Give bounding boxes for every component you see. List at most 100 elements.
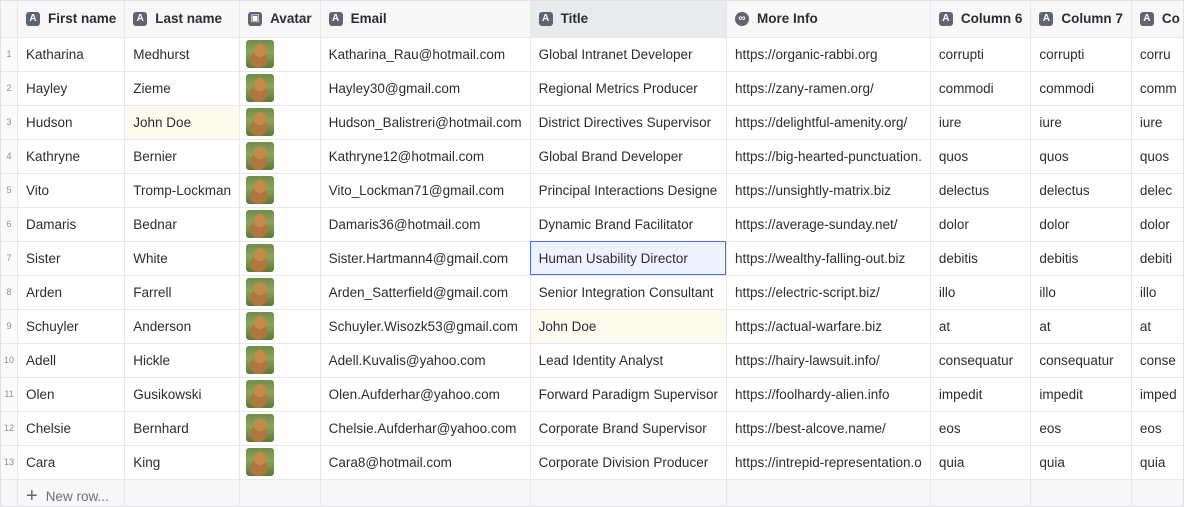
cell-column-6[interactable]: delectus [930, 173, 1032, 208]
table-row[interactable]: 8 Arden Farrell Arden_Satterfield@gmail.com… [1, 275, 1183, 310]
table-row[interactable]: 13 Cara King Cara8@hotmail.com Corporate Div… [1, 445, 1183, 480]
cell-last-name[interactable]: John Doe [124, 105, 241, 140]
cell-last-name[interactable]: Zieme [124, 71, 241, 106]
cell-last-name[interactable]: Bednar [124, 207, 241, 242]
column-header-column-8[interactable]: A Co [1131, 1, 1183, 38]
cell-email[interactable]: Olen.Aufderhar@yahoo.com [320, 377, 531, 412]
cell-email[interactable]: Hayley30@gmail.com [320, 71, 531, 106]
cell-title[interactable]: Corporate Brand Supervisor [530, 411, 727, 446]
cell-column-6[interactable]: dolor [930, 207, 1032, 242]
cell-column-7[interactable]: consequatur [1030, 343, 1132, 378]
cell-avatar[interactable] [239, 275, 321, 310]
cell-column-6[interactable]: eos [930, 411, 1032, 446]
cell-title[interactable]: Forward Paradigm Supervisor [530, 377, 727, 412]
cell-avatar[interactable] [239, 207, 321, 242]
cell-column-8[interactable]: imped [1131, 377, 1183, 412]
cell-title[interactable]: District Directives Supervisor [530, 105, 727, 140]
cell-first-name[interactable]: Katharina [17, 37, 126, 72]
cell-email[interactable]: Chelsie.Aufderhar@yahoo.com [320, 411, 531, 446]
cell-title[interactable]: Senior Integration Consultant [530, 275, 727, 310]
cell-email[interactable]: Cara8@hotmail.com [320, 445, 531, 480]
cell-column-8[interactable]: dolor [1131, 207, 1183, 242]
cell-column-8[interactable]: iure [1131, 105, 1183, 140]
cell-email[interactable]: Schuyler.Wisozk53@gmail.com [320, 309, 531, 344]
cell-column-7[interactable]: delectus [1030, 173, 1132, 208]
column-header-avatar[interactable]: ▣ Avatar [239, 1, 321, 38]
cell-last-name[interactable]: Medhurst [124, 37, 241, 72]
cell-last-name[interactable]: Bernhard [124, 411, 241, 446]
cell-title[interactable]: Global Brand Developer [530, 139, 727, 174]
cell-avatar[interactable] [239, 105, 321, 140]
cell-column-8[interactable]: illo [1131, 275, 1183, 310]
cell-column-8[interactable]: delec [1131, 173, 1183, 208]
cell-avatar[interactable] [239, 411, 321, 446]
cell-last-name[interactable]: Bernier [124, 139, 241, 174]
cell-column-7[interactable]: corrupti [1030, 37, 1132, 72]
cell-last-name[interactable]: Hickle [124, 343, 241, 378]
cell-column-6[interactable]: commodi [930, 71, 1032, 106]
cell-last-name[interactable]: Tromp-Lockman [124, 173, 241, 208]
cell-column-8[interactable]: quia [1131, 445, 1183, 480]
cell-column-7[interactable]: eos [1030, 411, 1132, 446]
table-row[interactable]: 7 Sister White Sister.Hartmann4@gmail.com Hu… [1, 241, 1183, 276]
table-row[interactable]: 4 Kathryne Bernier Kathryne12@hotmail.com Gl… [1, 139, 1183, 174]
cell-column-8[interactable]: corru [1131, 37, 1183, 72]
table-row[interactable]: 1 Katharina Medhurst Katharina_Rau@hotmail.… [1, 37, 1183, 72]
cell-more-info[interactable]: https://big-hearted-punctuation. [726, 139, 931, 174]
cell-more-info[interactable]: https://hairy-lawsuit.info/ [726, 343, 931, 378]
cell-column-7[interactable]: impedit [1030, 377, 1132, 412]
cell-more-info[interactable]: https://foolhardy-alien.info [726, 377, 931, 412]
cell-first-name[interactable]: Kathryne [17, 139, 126, 174]
table-row[interactable]: 3 Hudson John Doe Hudson_Balistreri@hotmail… [1, 105, 1183, 140]
table-row[interactable]: 5 Vito Tromp-Lockman Vito_Lockman71@gmail.c… [1, 173, 1183, 208]
cell-email[interactable]: Arden_Satterfield@gmail.com [320, 275, 531, 310]
cell-more-info[interactable]: https://wealthy-falling-out.biz [726, 241, 931, 276]
cell-more-info[interactable]: https://average-sunday.net/ [726, 207, 931, 242]
cell-email[interactable]: Adell.Kuvalis@yahoo.com [320, 343, 531, 378]
table-row[interactable]: 11 Olen Gusikowski Olen.Aufderhar@yahoo.com… [1, 377, 1183, 412]
cell-first-name[interactable]: Chelsie [17, 411, 126, 446]
cell-more-info[interactable]: https://best-alcove.name/ [726, 411, 931, 446]
cell-title[interactable]: John Doe [530, 309, 727, 344]
column-header-first-name[interactable]: A First name [17, 1, 126, 38]
cell-column-8[interactable]: quos [1131, 139, 1183, 174]
cell-email[interactable]: Hudson_Balistreri@hotmail.com [320, 105, 531, 140]
cell-column-7[interactable]: dolor [1030, 207, 1132, 242]
cell-more-info[interactable]: https://organic-rabbi.org [726, 37, 931, 72]
cell-last-name[interactable]: Gusikowski [124, 377, 241, 412]
cell-first-name[interactable]: Vito [17, 173, 126, 208]
cell-column-7[interactable]: commodi [1030, 71, 1132, 106]
cell-first-name[interactable]: Olen [17, 377, 126, 412]
cell-last-name[interactable]: Anderson [124, 309, 241, 344]
cell-avatar[interactable] [239, 343, 321, 378]
cell-column-7[interactable]: quos [1030, 139, 1132, 174]
cell-column-8[interactable]: comm [1131, 71, 1183, 106]
table-row[interactable]: 2 Hayley Zieme Hayley30@gmail.com Regional M… [1, 71, 1183, 106]
cell-title[interactable]: Regional Metrics Producer [530, 71, 727, 106]
cell-column-6[interactable]: quia [930, 445, 1032, 480]
cell-column-6[interactable]: corrupti [930, 37, 1032, 72]
cell-last-name[interactable]: King [124, 445, 241, 480]
cell-column-8[interactable]: debiti [1131, 241, 1183, 276]
cell-avatar[interactable] [239, 173, 321, 208]
cell-email[interactable]: Sister.Hartmann4@gmail.com [320, 241, 531, 276]
cell-avatar[interactable] [239, 377, 321, 412]
cell-column-7[interactable]: iure [1030, 105, 1132, 140]
cell-column-8[interactable]: conse [1131, 343, 1183, 378]
cell-column-7[interactable]: quia [1030, 445, 1132, 480]
cell-first-name[interactable]: Schuyler [17, 309, 126, 344]
cell-more-info[interactable]: https://intrepid-representation.o [726, 445, 931, 480]
column-header-email[interactable]: A Email [320, 1, 531, 38]
cell-column-6[interactable]: debitis [930, 241, 1032, 276]
column-header-more-info[interactable]: ∞ More Info [726, 1, 931, 38]
cell-column-6[interactable]: at [930, 309, 1032, 344]
new-row-button[interactable]: + New row... [17, 479, 126, 506]
cell-column-8[interactable]: at [1131, 309, 1183, 344]
cell-column-6[interactable]: iure [930, 105, 1032, 140]
cell-more-info[interactable]: https://electric-script.biz/ [726, 275, 931, 310]
cell-first-name[interactable]: Cara [17, 445, 126, 480]
table-row[interactable]: 6 Damaris Bednar Damaris36@hotmail.com Dynam… [1, 207, 1183, 242]
cell-title[interactable]: Principal Interactions Designe [530, 173, 727, 208]
cell-first-name[interactable]: Adell [17, 343, 126, 378]
table-row[interactable]: 9 Schuyler Anderson Schuyler.Wisozk53@gmail… [1, 309, 1183, 344]
